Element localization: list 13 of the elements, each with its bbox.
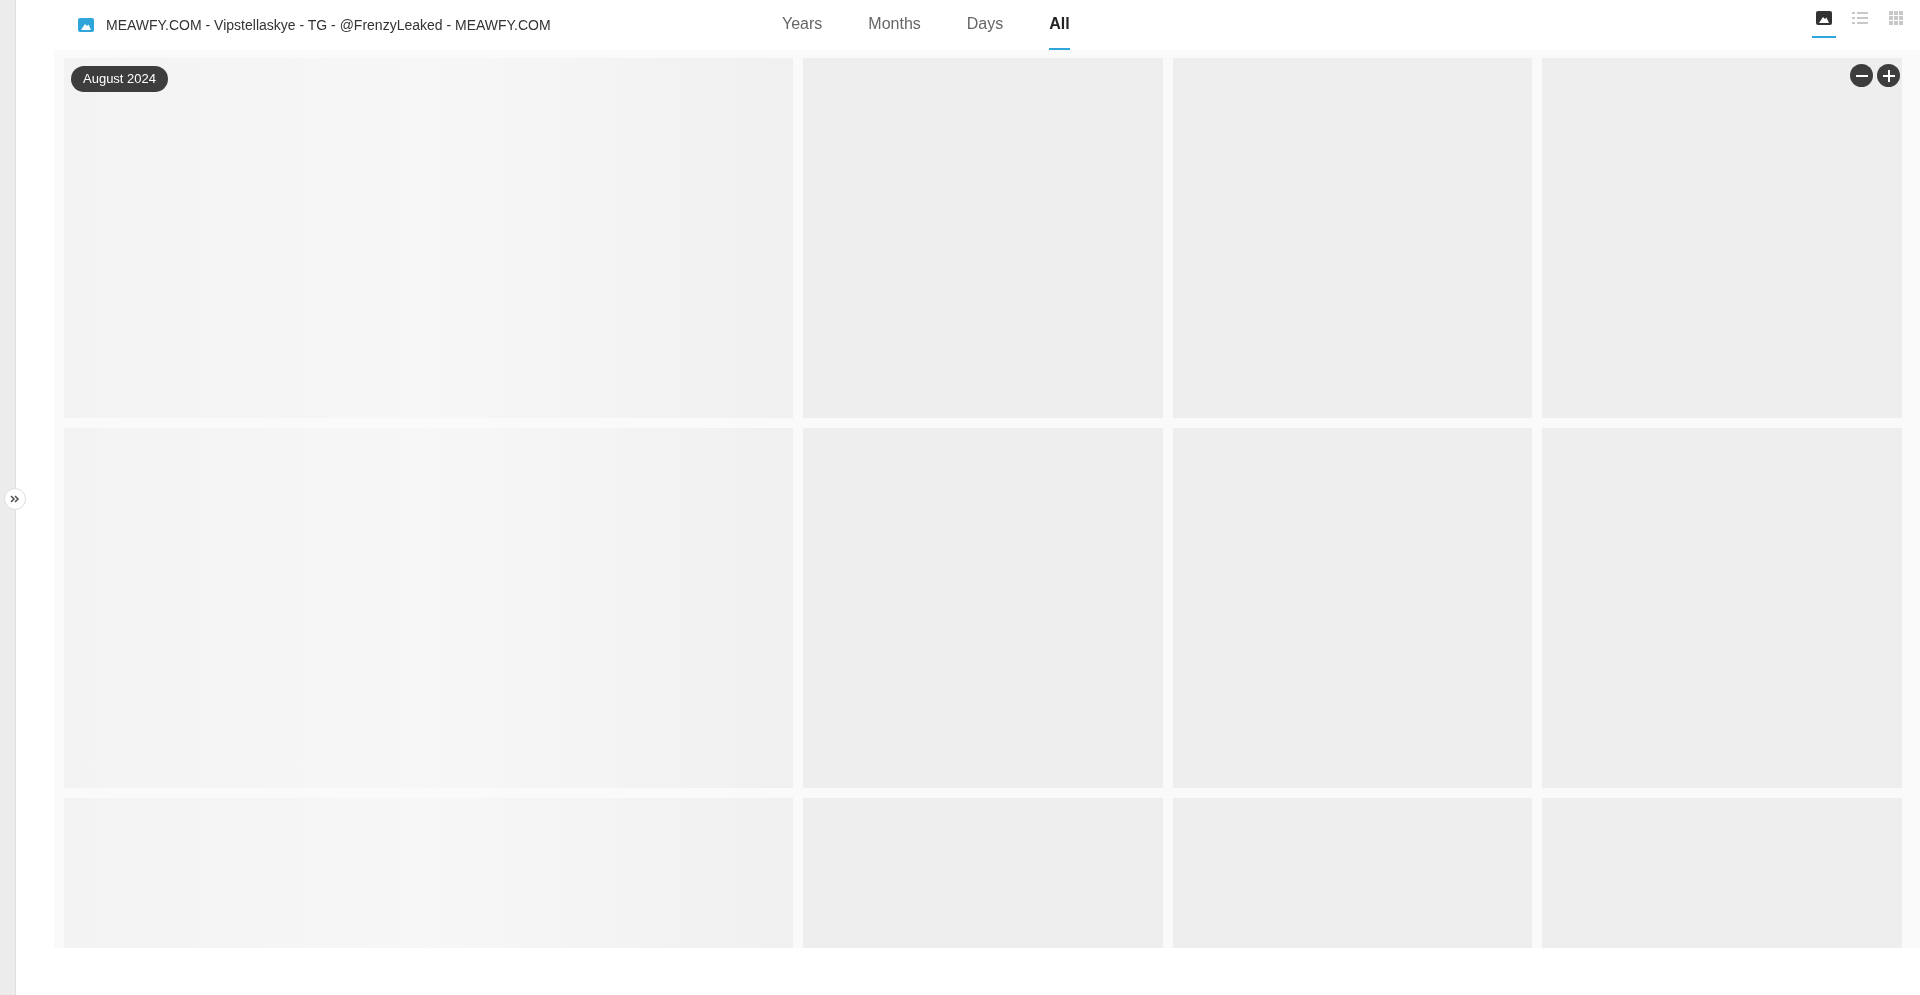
double-chevron-icon: [10, 495, 20, 503]
view-tab[interactable]: Days: [966, 0, 1004, 50]
expand-sidebar-button[interactable]: [4, 488, 26, 510]
plus-icon: [1882, 69, 1895, 82]
date-badge: August 2024: [71, 66, 168, 92]
minus-icon: [1855, 74, 1868, 77]
album-title: MEAWFY.COM - Vipstellaskye - TG - @FrenzyLeaked - MEAWFY.COM: [106, 15, 551, 35]
image-icon: [1816, 11, 1832, 25]
view-tab[interactable]: Years: [782, 0, 823, 50]
image-icon: [78, 18, 94, 32]
view-tab[interactable]: Months: [868, 0, 921, 50]
grid-icon: [1889, 11, 1903, 25]
list-icon: [1852, 12, 1868, 24]
